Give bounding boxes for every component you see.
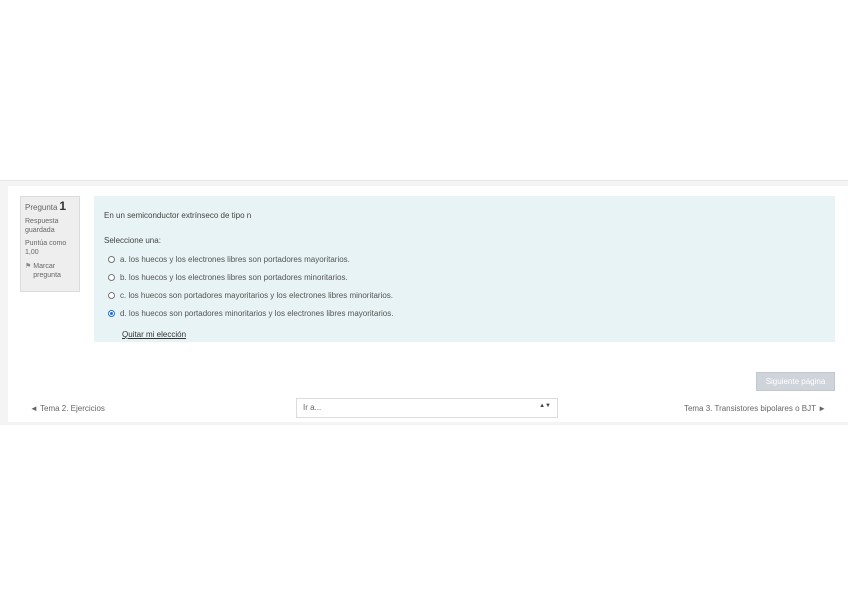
flag-question-label: Marcar pregunta [33, 263, 61, 279]
answer-option-b[interactable]: b. los huecos y los electrones libres so… [108, 268, 393, 286]
next-page-button[interactable]: Siguiente página [756, 372, 835, 391]
answer-label: b. los huecos y los electrones libres so… [120, 272, 348, 282]
radio-button-selected[interactable] [108, 309, 115, 317]
flag-icon: ⚑ [25, 263, 32, 270]
prev-activity-link[interactable]: ◄ Tema 2. Ejercicios [30, 404, 105, 413]
flag-question-link[interactable]: ⚑ Marcar pregunta [25, 262, 75, 280]
answer-option-a[interactable]: a. los huecos y los electrones libres so… [108, 250, 393, 268]
next-activity-link[interactable]: Tema 3. Transistores bipolares o BJT ► [684, 404, 826, 413]
answer-label: c. los huecos son portadores mayoritario… [120, 290, 394, 300]
answer-list: a. los huecos y los electrones libres so… [108, 250, 393, 322]
question-number-value: 1 [59, 199, 67, 213]
question-text: En un semiconductor extrínseco de tipo n [104, 211, 252, 220]
question-label: Pregunta [25, 203, 58, 212]
answer-option-d[interactable]: d. los huecos son portadores minoritario… [108, 304, 393, 322]
jump-to-value: Ir a... [303, 403, 322, 412]
answer-prompt: Seleccione una: [104, 236, 161, 245]
question-number: Pregunta 1 [25, 199, 75, 213]
select-arrows-icon: ▲▼ [539, 403, 551, 409]
answer-label: d. los huecos son portadores minoritario… [120, 308, 394, 318]
clear-choice-link[interactable]: Quitar mi elección [122, 330, 186, 339]
question-points: Puntúa como 1,00 [25, 240, 67, 256]
radio-button[interactable] [108, 291, 115, 299]
question-content: En un semiconductor extrínseco de tipo n… [94, 196, 835, 342]
answer-label: a. los huecos y los electrones libres so… [120, 254, 350, 264]
radio-button[interactable] [108, 255, 115, 263]
jump-to-select[interactable]: Ir a... ▲▼ [296, 398, 558, 418]
question-status: Respuesta guardada [25, 218, 59, 234]
quiz-page: Pregunta 1 Respuesta guardada Puntúa com… [8, 186, 848, 422]
radio-button[interactable] [108, 273, 115, 281]
answer-option-c[interactable]: c. los huecos son portadores mayoritario… [108, 286, 393, 304]
question-info-panel: Pregunta 1 Respuesta guardada Puntúa com… [20, 196, 80, 292]
